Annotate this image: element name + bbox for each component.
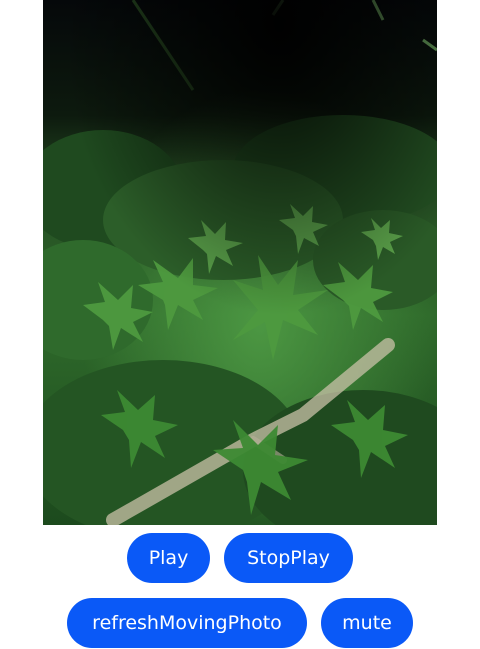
foliage-image bbox=[43, 0, 437, 525]
secondary-controls-row: refreshMovingPhoto mute bbox=[0, 598, 480, 648]
mute-button[interactable]: mute bbox=[321, 598, 413, 648]
stop-play-button[interactable]: StopPlay bbox=[224, 533, 353, 583]
moving-photo-view[interactable] bbox=[43, 0, 437, 525]
refresh-moving-photo-button[interactable]: refreshMovingPhoto bbox=[67, 598, 307, 648]
playback-controls-row: Play StopPlay bbox=[0, 533, 480, 583]
moving-photo-screen: Play StopPlay refreshMovingPhoto mute bbox=[0, 0, 480, 649]
play-button[interactable]: Play bbox=[127, 533, 210, 583]
